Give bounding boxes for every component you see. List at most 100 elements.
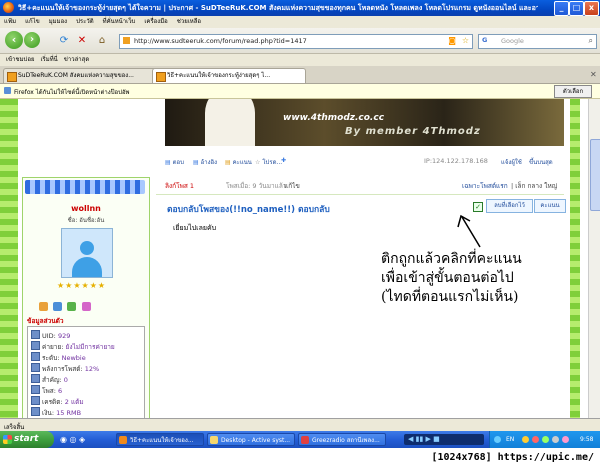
info-important: สำคัญ: 0 (31, 374, 68, 385)
reload-icon[interactable]: ⟳ (58, 35, 70, 47)
bookmark-most-visited[interactable]: เข้าชมบ่อย (6, 54, 34, 66)
bookmark-star-icon[interactable]: ☆ (462, 36, 469, 45)
start-button[interactable]: start (0, 431, 54, 448)
add-icon[interactable]: ✚ (281, 157, 286, 164)
signature-banner: www.4thmodz.co.cc By member 4Thmodz (165, 99, 564, 146)
quick-launch-icons[interactable]: ◉ ◎ ◈ (60, 435, 85, 444)
search-placeholder: Google (501, 37, 524, 45)
annotation-line: เพื่อเข้าสู่ขั้นตอนต่อไป (381, 270, 514, 286)
stop-icon[interactable]: ✕ (76, 35, 88, 47)
close-button[interactable]: x (584, 1, 599, 16)
bookmark-getting-started[interactable]: เริ่มที่นี่ (40, 54, 57, 66)
bookmark-latest-news[interactable]: ข่าวล่าสุด (64, 54, 89, 66)
info-icon (31, 396, 40, 405)
back-button[interactable]: ‹ (5, 31, 23, 49)
image-host-caption: [1024x768] https://upic.me/ (0, 448, 600, 469)
annotation-line: (ไทดที่ตอนแรกไม่เห็น) (381, 289, 519, 305)
menu-file[interactable]: แฟ้ม (4, 16, 16, 28)
tab-rating-guide[interactable]: วิธี+คะแนนให้เจ้าของกระทู้ง่ายสุดๆ ไ... (152, 68, 306, 83)
windows-taskbar: start ◉ ◎ ◈ วิธี+คะแนนให้เจ้าของ... Desk… (0, 431, 600, 448)
rate-link[interactable]: ▤ คะแนน (225, 157, 252, 167)
close-tab-icon[interactable]: ✕ (590, 70, 597, 79)
info-icon (31, 352, 40, 361)
tab-sudteeruk-home[interactable]: SuDTeeRuK.COM สังคมแห่งความสุขของ... (3, 68, 157, 83)
profile-icon[interactable] (39, 302, 48, 311)
firefox-task-icon (119, 436, 127, 444)
scrollbar-thumb[interactable] (590, 139, 600, 211)
window-title-bar[interactable]: วิธี+คะแนนให้เจ้าของกระทู้ง่ายสุดๆ ได้ใจ… (0, 0, 600, 16)
taskbar-radio-window[interactable]: Greezradio สถานีเพลง... (298, 433, 386, 446)
popup-options-button[interactable]: ตัวเลือก (554, 85, 592, 98)
tray-volume-icon[interactable] (522, 436, 529, 443)
system-clock: 9:58 (580, 436, 594, 443)
rss-icon[interactable]: ◙ (448, 36, 456, 45)
info-money: เงิน: 15 RMB (31, 407, 81, 418)
tray-app-icon[interactable] (562, 436, 569, 443)
edit-link[interactable]: แก้ไข (284, 181, 300, 191)
minimize-button[interactable]: _ (554, 1, 569, 16)
info-section-title: ข้อมูลส่วนตัว (27, 317, 64, 325)
poster-name[interactable]: wollnn (23, 204, 149, 213)
avatar-body-shape (72, 257, 102, 277)
annotation-line: ติกถูกแล้วคลิกที่คะแนน (381, 251, 522, 267)
poster-profile: wollnn ชื่อ: อันชื่อ:อัน ★★★★★★ ข้อมูลส่… (22, 177, 150, 418)
language-indicator[interactable]: EN (506, 436, 514, 443)
menu-edit[interactable]: แก้ไข (25, 16, 40, 28)
message-icon[interactable] (53, 302, 63, 311)
remove-selected-button[interactable]: ลบที่เลือกไว้ (486, 199, 533, 213)
info-uid: UID: 929 (31, 330, 70, 340)
popup-blocked-message: Firefox ได้กันไม่ให้ไซต์นี้เปิดหน้าต่างป… (14, 89, 130, 96)
post-action-row: ▤ ตอบ ▤ อ้างอิง ▤ คะแนน ☆ โปรด... ✚ IP:1… (165, 154, 564, 168)
maximize-button[interactable]: □ (569, 1, 584, 16)
media-player-toolbar[interactable]: ◀ ▮▮ ▶ ■ (404, 434, 484, 445)
poster-status: ชื่อ: อันชื่อ:อัน (67, 217, 105, 224)
tray-network-icon[interactable] (494, 436, 501, 443)
menu-help[interactable]: ช่วยเหลือ (177, 16, 201, 28)
report-link[interactable]: ☆ โปรด... (255, 157, 282, 167)
rate-button[interactable]: คะแนน (534, 199, 566, 213)
tab-favicon (156, 72, 166, 82)
flower-icon[interactable] (81, 302, 91, 311)
vertical-scrollbar[interactable] (588, 99, 600, 418)
home-icon[interactable]: ⌂ (96, 35, 108, 47)
tab-label: วิธี+คะแนนให้เจ้าของกระทู้ง่ายสุดๆ ไ... (167, 72, 271, 79)
rate-icon: ▤ (225, 159, 231, 166)
reply-link[interactable]: ▤ ตอบ (165, 157, 184, 167)
google-icon: G (482, 36, 488, 44)
avatar-head-shape (80, 241, 94, 255)
tray-app-icon[interactable] (542, 436, 549, 443)
url-bar[interactable]: http://www.sudteeruk.com/forum/read.php?… (119, 34, 473, 49)
menu-history[interactable]: ประวัติ (76, 16, 94, 28)
avatar[interactable] (61, 228, 113, 278)
info-icon (31, 385, 40, 394)
forward-button[interactable]: › (24, 32, 40, 48)
menu-tools[interactable]: เครื่องมือ (144, 16, 167, 28)
quote-icon: ▤ (193, 159, 199, 166)
info-icon (31, 407, 40, 416)
view-first-post-link[interactable]: เฉพาะโพสต์แรก (462, 181, 508, 191)
info-icon (31, 374, 40, 383)
info-level: ระดับ: Newbie (31, 352, 86, 363)
back-to-top-link[interactable]: ขึ้นบนสุด (529, 157, 553, 167)
rank-stars: ★★★★★★ (57, 281, 107, 290)
post-divider (156, 194, 564, 195)
info-nickname: ค่ายาย: ยังไม่มีการค่ายาย (31, 341, 115, 352)
url-text: http://www.sudteeruk.com/forum/read.php?… (134, 37, 307, 45)
report-user-link[interactable]: แจ้งผู้ใช้ (501, 157, 522, 167)
friend-icon[interactable] (67, 302, 77, 311)
taskbar-desktop-window[interactable]: Desktop - Active syst... (207, 433, 295, 446)
caption-text: [1024x768] https://upic.me/ (431, 452, 594, 463)
info-posts: โพส: 6 (31, 385, 62, 396)
quote-link[interactable]: ▤ อ้างอิง (193, 157, 217, 167)
tray-security-icon[interactable] (532, 436, 539, 443)
tray-app-icon[interactable] (552, 436, 559, 443)
search-icon[interactable]: ⌕ (589, 36, 593, 46)
banner-figure (205, 99, 255, 146)
media-controls-icon[interactable]: ◀ ▮▮ ▶ ■ (408, 435, 440, 443)
menu-view[interactable]: มุมมอง (49, 16, 67, 28)
font-size-links[interactable]: | เล็ก กลาง ใหญ่ (511, 181, 557, 191)
search-input[interactable]: G Google ⌕ (478, 34, 597, 49)
menu-bookmarks[interactable]: ที่คั่นหน้าเว็บ (103, 16, 136, 28)
post-floor-link[interactable]: ลิงก์โพส 1 (165, 181, 194, 191)
taskbar-firefox-window[interactable]: วิธี+คะแนนให้เจ้าของ... (116, 433, 204, 446)
